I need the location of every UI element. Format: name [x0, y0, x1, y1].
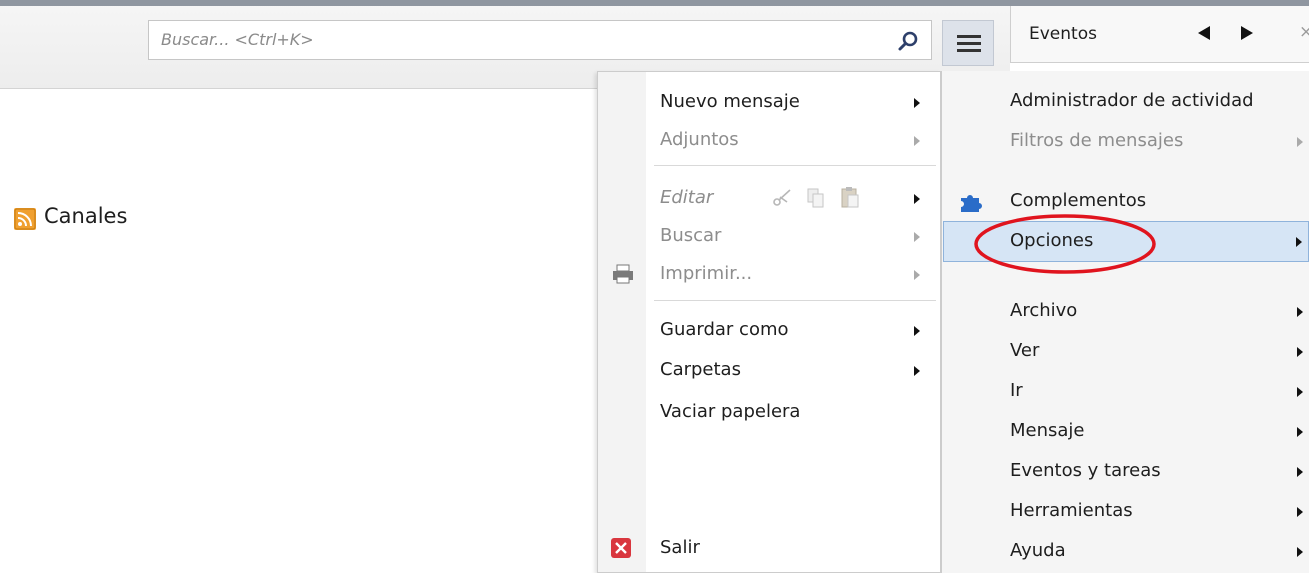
menu-item-label: Buscar: [660, 225, 722, 246]
menu-item-label: Vaciar papelera: [660, 401, 801, 422]
hamburger-icon: [957, 35, 981, 52]
menu-item-events-tasks[interactable]: Eventos y tareas: [942, 453, 1308, 489]
menu-item-exit[interactable]: Salir: [598, 530, 940, 566]
menu-item-label: Editar: [660, 187, 714, 208]
app-menu: Administrador de actividad Filtros de me…: [941, 71, 1309, 573]
menu-item-label: Imprimir...: [660, 263, 753, 284]
search-input[interactable]: Buscar... <Ctrl+K>: [148, 20, 932, 60]
menu-item-new-message[interactable]: Nuevo mensaje: [598, 84, 940, 120]
menu-item-label: Nuevo mensaje: [660, 91, 800, 112]
menu-item-view[interactable]: Ver: [942, 333, 1308, 369]
menu-item-options[interactable]: Opciones: [943, 221, 1309, 262]
copy-icon[interactable]: [807, 188, 825, 208]
menu-item-empty-trash[interactable]: Vaciar papelera: [598, 394, 940, 430]
submenu-arrow-icon: [1297, 137, 1303, 147]
app-menu-button[interactable]: [942, 20, 994, 66]
folder-label: Canales: [44, 204, 128, 228]
search-icon[interactable]: [897, 30, 919, 52]
printer-icon: [613, 264, 633, 284]
submenu-arrow-icon: [1297, 387, 1303, 397]
menu-item-label: Ir: [1010, 380, 1023, 401]
close-x-icon: [611, 538, 631, 558]
submenu-arrow-icon: [1297, 347, 1303, 357]
submenu-arrow-icon: [1297, 547, 1303, 557]
submenu-arrow-icon: [914, 232, 920, 242]
menu-item-label: Carpetas: [660, 359, 741, 380]
submenu-arrow-icon: [914, 366, 920, 376]
menu-item-tools[interactable]: Herramientas: [942, 493, 1308, 529]
triangle-left-icon[interactable]: [1196, 25, 1212, 41]
menu-item-folders[interactable]: Carpetas: [598, 352, 940, 388]
menu-item-label: Complementos: [1010, 190, 1147, 211]
menu-item-file[interactable]: Archivo: [942, 293, 1308, 329]
menu-item-message[interactable]: Mensaje: [942, 413, 1308, 449]
scissors-icon[interactable]: [773, 188, 793, 206]
submenu-arrow-icon: [1297, 507, 1303, 517]
submenu-arrow-icon: [1297, 427, 1303, 437]
triangle-right-icon[interactable]: [1239, 25, 1255, 41]
paste-icon[interactable]: [841, 186, 859, 208]
menu-item-activity-manager[interactable]: Administrador de actividad: [942, 83, 1308, 119]
rss-feed-icon: [14, 208, 36, 230]
search-placeholder: Buscar... <Ctrl+K>: [161, 30, 314, 49]
menu-item-label: Herramientas: [1010, 500, 1133, 521]
menu-item-label: Salir: [660, 537, 700, 558]
events-title: Eventos: [1029, 24, 1097, 44]
menu-item-print[interactable]: Imprimir...: [598, 256, 940, 292]
menu-item-label: Archivo: [1010, 300, 1078, 321]
submenu-arrow-icon: [914, 194, 920, 204]
menu-item-attachments[interactable]: Adjuntos: [598, 122, 940, 158]
menu-item-label: Ayuda: [1010, 540, 1066, 561]
menu-item-label: Mensaje: [1010, 420, 1085, 441]
close-icon[interactable]: ×: [1299, 22, 1309, 42]
menu-separator: [654, 300, 936, 301]
puzzle-piece-icon: [961, 195, 982, 212]
menu-item-message-filters[interactable]: Filtros de mensajes: [942, 123, 1308, 159]
submenu-arrow-icon: [1297, 307, 1303, 317]
menu-separator: [654, 165, 936, 166]
menu-item-save-as[interactable]: Guardar como: [598, 312, 940, 348]
menu-item-go[interactable]: Ir: [942, 373, 1308, 409]
menu-item-label: Administrador de actividad: [1010, 90, 1254, 111]
menu-item-label: Filtros de mensajes: [1010, 130, 1184, 151]
menu-item-help[interactable]: Ayuda: [942, 533, 1308, 569]
submenu-arrow-icon: [914, 326, 920, 336]
submenu-arrow-icon: [914, 270, 920, 280]
submenu-arrow-icon: [914, 136, 920, 146]
menu-item-label: Guardar como: [660, 319, 789, 340]
menu-item-addons[interactable]: Complementos: [942, 183, 1308, 219]
menu-item-find[interactable]: Buscar: [598, 218, 940, 254]
submenu-arrow-icon: [914, 98, 920, 108]
file-submenu: Nuevo mensaje Adjuntos Editar Buscar Imp…: [597, 71, 941, 573]
menu-item-label: Opciones: [1010, 230, 1094, 251]
events-panel: Eventos ×: [1010, 6, 1309, 63]
menu-item-edit[interactable]: Editar: [598, 180, 940, 216]
menu-item-label: Ver: [1010, 340, 1040, 361]
submenu-arrow-icon: [1297, 467, 1303, 477]
menu-item-label: Adjuntos: [660, 129, 739, 150]
menu-item-label: Eventos y tareas: [1010, 460, 1161, 481]
submenu-arrow-icon: [1296, 237, 1302, 247]
